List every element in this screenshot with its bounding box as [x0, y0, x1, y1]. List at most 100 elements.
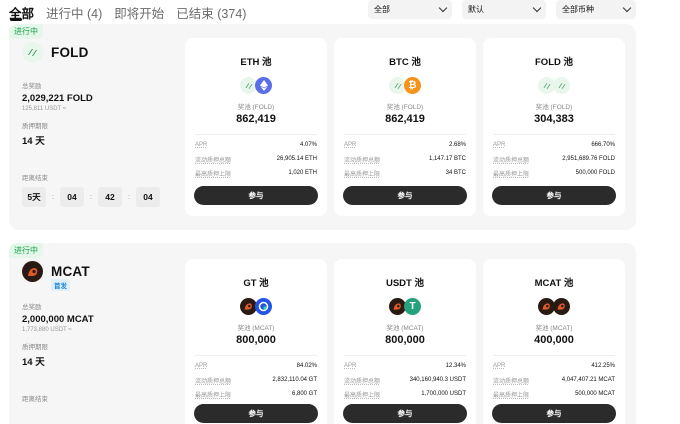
project-info: MCAT 首发 总奖励 2,000,000 MCAT 1,773,880 USD… [22, 261, 172, 403]
status-badge: 进行中 [9, 24, 43, 39]
reward-label: 奖池 (MCAT) [535, 325, 573, 332]
tab-ended[interactable]: 已结束 (374) [176, 0, 246, 22]
reward-value: 800,000 [236, 334, 276, 346]
pool-card-fold: FOLD 池 奖池 (FOLD) 304,383 APR 666.70% 流动质押… [483, 38, 625, 216]
max-stake-value: 1,700,000 USDT [421, 391, 466, 397]
fold-logo-icon [22, 42, 43, 63]
max-stake-value: 6,800 GT [291, 391, 317, 397]
status-badge: 进行中 [9, 243, 43, 258]
apr-row: APR 412.25% [493, 363, 615, 369]
sort-select[interactable]: 默认 [462, 0, 546, 19]
tab-upcoming[interactable]: 即将开始 [114, 0, 164, 22]
btc-coin-icon: ₿ [404, 77, 421, 94]
pool-title: USDT 池 [385, 278, 424, 289]
apr-row: APR 12.34% [344, 363, 466, 369]
reward-label: 奖池 (FOLD) [535, 104, 573, 111]
gt-coin-icon [255, 298, 272, 315]
apr-value: 666.70% [591, 142, 615, 148]
countdown-minutes: 42 [98, 187, 122, 207]
join-button[interactable]: 参与 [492, 404, 616, 423]
pool-title: FOLD 池 [535, 57, 573, 68]
usdt-coin-icon: T [404, 298, 421, 315]
pool-card-mcat: MCAT 池 奖池 (MCAT) 400,000 APR 412.25% 流动质押… [483, 259, 625, 424]
reward-value: 862,419 [236, 113, 276, 125]
total-reward-label: 总奖励 [22, 83, 42, 90]
apr-value: 2.68% [448, 142, 466, 148]
pool-card-eth: ETH 池 奖池 (FOLD) 862,419 APR 4.07% 流动质押总额 2… [185, 38, 327, 216]
project-name: MCAT [51, 264, 90, 279]
apr-row: APR 2.68% [344, 142, 466, 148]
period-label: 质押期限 [22, 344, 48, 351]
reward-label: 奖池 (MCAT) [386, 325, 424, 332]
apr-row: APR 4.07% [195, 142, 317, 148]
liquid-stake-row: 流动质押总额 1,147.17 BTC [344, 156, 466, 164]
countdown-seconds: 04 [136, 187, 160, 207]
total-reward-usdt: 125,811 USDT ≈ [22, 106, 67, 112]
reward-value: 400,000 [534, 334, 574, 346]
max-stake-row: 最高质押上限 1,700,000 USDT [344, 391, 466, 399]
max-stake-row: 最高质押上限 500,000 MCAT [493, 391, 615, 399]
reward-label: 奖池 (FOLD) [386, 104, 424, 111]
first-launch-badge: 首发 [51, 279, 70, 291]
fold-coin-icon [553, 77, 570, 94]
apr-row: APR 84.02% [195, 363, 317, 369]
max-stake-row: 最高质押上限 6,800 GT [195, 391, 317, 399]
liquid-stake-value: 1,147.17 BTC [428, 156, 466, 162]
liquid-stake-value: 2,832,110.04 GT [272, 377, 317, 383]
total-reward-value: 2,000,000 MCAT [22, 314, 94, 325]
max-stake-value: 500,000 FOLD [575, 170, 615, 176]
project-card-fold: 进行中 FOLD 总奖励 2,029,221 FOLD 125,811 USDT… [9, 24, 636, 230]
liquid-stake-row: 流动质押总额 2,951,689.76 FOLD [493, 156, 615, 164]
countdown-days: 5天 [22, 187, 46, 207]
currency-select-value: 全部币种 [562, 5, 594, 14]
project-name: FOLD [51, 45, 89, 60]
apr-value: 84.02% [296, 363, 317, 369]
apr-value: 4.07% [299, 142, 317, 148]
liquid-stake-value: 340,160,940.3 USDT [409, 377, 466, 383]
liquid-stake-row: 流动质押总额 340,160,940.3 USDT [344, 377, 466, 385]
tab-all[interactable]: 全部 [9, 0, 34, 22]
period-value: 14 天 [22, 136, 45, 147]
reward-value: 304,383 [534, 113, 574, 125]
apr-value: 412.25% [591, 363, 615, 369]
period-value: 14 天 [22, 357, 45, 368]
join-button[interactable]: 参与 [343, 186, 467, 205]
join-button[interactable]: 参与 [343, 404, 467, 423]
countdown-label: 距离结束 [22, 175, 48, 182]
liquid-stake-value: 26,905.14 ETH [276, 156, 317, 162]
max-stake-row: 最高质押上限 1,020 ETH [195, 170, 317, 178]
max-stake-value: 1,020 ETH [288, 170, 317, 176]
countdown-label: 距离结束 [22, 396, 48, 403]
eth-coin-icon [255, 77, 272, 94]
chevron-down-icon [438, 3, 448, 13]
currency-select[interactable]: 全部币种 [556, 0, 636, 19]
join-button[interactable]: 参与 [194, 186, 318, 205]
reward-value: 862,419 [385, 113, 425, 125]
pool-title: BTC 池 [389, 57, 421, 68]
join-button[interactable]: 参与 [492, 186, 616, 205]
chevron-down-icon [532, 3, 542, 13]
total-reward-label: 总奖励 [22, 304, 42, 311]
reward-label: 奖池 (FOLD) [237, 104, 275, 111]
chevron-down-icon [622, 3, 632, 13]
total-reward-usdt: 1,773,880 USDT ≈ [22, 327, 72, 333]
liquid-stake-row: 流动质押总额 26,905.14 ETH [195, 156, 317, 164]
pool-card-gt: GT 池 奖池 (MCAT) 800,000 APR 84.02% 流动质押总额 2… [185, 259, 327, 424]
pool-title: ETH 池 [240, 57, 272, 68]
liquid-stake-value: 2,951,689.76 FOLD [562, 156, 615, 162]
status-tabs: 全部 进行中 (4) 即将开始 已结束 (374) [0, 0, 258, 22]
join-button[interactable]: 参与 [194, 404, 318, 423]
max-stake-row: 最高质押上限 34 BTC [344, 170, 466, 178]
apr-row: APR 666.70% [493, 142, 615, 148]
pool-title: GT 池 [243, 278, 269, 289]
tab-ongoing[interactable]: 进行中 (4) [46, 0, 102, 22]
filter-bar: 全部 默认 全部币种 [368, 0, 636, 19]
pool-card-btc: BTC 池 ₿ 奖池 (FOLD) 862,419 APR 2.68% 流动质押总… [334, 38, 476, 216]
status-select[interactable]: 全部 [368, 0, 452, 19]
project-card-mcat: 进行中 MCAT 首发 总奖励 2,000,000 MCAT 1,773,880… [9, 243, 636, 424]
countdown-timer: 5天 : 04 : 42 : 04 [22, 187, 172, 207]
apr-value: 12.34% [445, 363, 466, 369]
status-select-value: 全部 [374, 5, 390, 14]
max-stake-row: 最高质押上限 500,000 FOLD [493, 170, 615, 178]
period-label: 质押期限 [22, 123, 48, 130]
